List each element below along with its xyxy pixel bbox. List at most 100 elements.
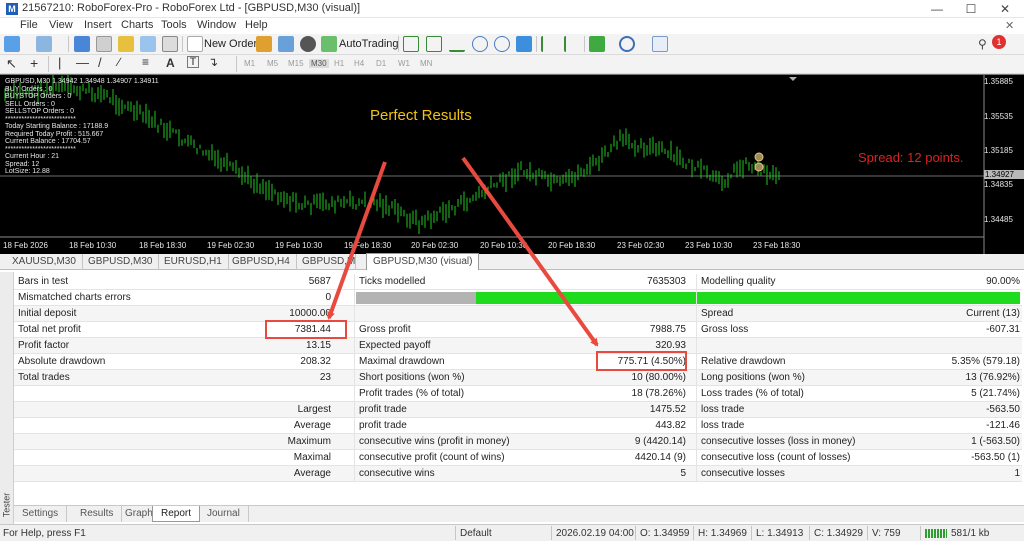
time-tick: 20 Feb 02:30 [411, 241, 459, 250]
average-profit-value: 443.82 [655, 420, 686, 431]
maximal-consec-loss-value: -563.50 (1) [971, 452, 1020, 463]
menu-window[interactable]: Window [197, 19, 236, 31]
average-profit-label: profit trade [359, 420, 407, 431]
text-icon[interactable]: A [166, 56, 175, 70]
new-order-button[interactable]: New Order [204, 38, 257, 50]
status-help: For Help, press F1 [3, 528, 86, 539]
maximal-label: Maximal [293, 452, 331, 463]
menu-charts[interactable]: Charts [121, 19, 153, 31]
arrows-icon[interactable]: ↴ [208, 55, 218, 69]
ea-info-line: SELLSTOP Orders : 0 [5, 108, 74, 115]
time-tick: 23 Feb 10:30 [685, 241, 733, 250]
new-order-icon[interactable] [187, 36, 203, 52]
terminal-icon[interactable] [140, 36, 156, 52]
tab-report[interactable]: Report [152, 506, 201, 522]
community-icon[interactable] [278, 36, 294, 52]
tab-eurusd-h1[interactable]: EURUSD,H1 [158, 254, 229, 270]
crosshair-icon[interactable]: + [30, 55, 38, 71]
chart-shift-icon[interactable] [541, 36, 557, 52]
time-tick: 23 Feb 02:30 [617, 241, 665, 250]
tf-d1[interactable]: D1 [376, 59, 386, 68]
menu-insert[interactable]: Insert [84, 19, 112, 31]
tf-h1[interactable]: H1 [334, 59, 344, 68]
market-watch-icon[interactable] [74, 36, 90, 52]
avg-consec-losses-label: consecutive losses [701, 468, 785, 479]
tf-h4[interactable]: H4 [354, 59, 364, 68]
notification-badge[interactable]: 1 [992, 35, 1006, 49]
tf-m15[interactable]: M15 [288, 59, 304, 68]
text-label-icon[interactable]: T [187, 56, 199, 68]
tab-gbpusd-m30[interactable]: GBPUSD,M30 [82, 254, 160, 270]
trendline-icon[interactable]: / [98, 55, 102, 70]
table-row: Profit trades (% of total) 18 (78.26%) L… [14, 386, 1022, 402]
modelling-quality-fill [475, 292, 1020, 304]
largest-profit-value: 1475.52 [649, 404, 686, 415]
new-chart-icon[interactable] [4, 36, 20, 52]
bars-label: Bars in test [18, 276, 69, 287]
candlestick-icon[interactable] [426, 36, 442, 52]
data-window-icon[interactable] [96, 36, 112, 52]
horizontal-line-icon[interactable]: — [76, 55, 89, 70]
table-row: Largest profit trade 1475.52 loss trade … [14, 402, 1022, 418]
short-positions-value: 10 (80.00%) [631, 372, 686, 383]
tester-label: Tester [1, 492, 12, 518]
signals-icon[interactable] [300, 36, 316, 52]
close-button[interactable]: ✕ [988, 0, 1022, 18]
tab-results[interactable]: Results [72, 506, 123, 522]
minimize-button[interactable]: — [920, 0, 954, 18]
maximize-button[interactable]: ☐ [954, 0, 988, 18]
vertical-line-icon[interactable]: | [58, 55, 61, 70]
table-row: Profit factor 13.15 Expected payoff 320.… [14, 338, 1022, 354]
menu-file[interactable]: File [20, 19, 38, 31]
modelling-quality-value: 90.00% [986, 276, 1020, 287]
max-consec-losses-label: consecutive losses (loss in money) [701, 436, 856, 447]
indicators-icon[interactable] [589, 36, 605, 52]
channel-icon[interactable]: ∕ [118, 55, 120, 69]
average-loss-value: -121.46 [986, 420, 1020, 431]
tab-xauusd-m30[interactable]: XAUUSD,M30 [6, 254, 83, 270]
autoscroll-icon[interactable] [564, 36, 580, 52]
templates-icon[interactable] [652, 36, 668, 52]
tester-tabs: Settings Results Graph Report Journal [14, 505, 1024, 522]
tf-mn[interactable]: MN [420, 59, 432, 68]
chart-tabs: XAUUSD,M30 GBPUSD,M30 EURUSD,H1 GBPUSD,H… [0, 253, 1024, 270]
tf-m5[interactable]: M5 [267, 59, 278, 68]
tab-settings[interactable]: Settings [14, 506, 68, 522]
tile-windows-icon[interactable] [516, 36, 532, 52]
periods-icon[interactable] [619, 36, 635, 52]
time-tick: 19 Feb 02:30 [207, 241, 255, 250]
search-icon[interactable]: ⚲ [978, 37, 987, 51]
tab-gbpusd-m3[interactable]: GBPUSD,M3 [296, 254, 356, 270]
autotrading-button[interactable]: AutoTrading [339, 38, 399, 50]
net-profit-label: Total net profit [18, 324, 81, 335]
fibonacci-icon[interactable]: ≡ [142, 55, 149, 69]
table-row: Maximum consecutive wins (profit in mone… [14, 434, 1022, 450]
metaeditor-icon[interactable] [256, 36, 272, 52]
menu-help[interactable]: Help [245, 19, 268, 31]
cursor-icon[interactable]: ↖ [6, 56, 17, 72]
status-profile[interactable]: Default [460, 528, 492, 539]
zoom-out-icon[interactable] [494, 36, 510, 52]
tf-m30[interactable]: M30 [309, 59, 329, 68]
ea-info-line: ************************** [5, 115, 76, 123]
profiles-icon[interactable] [36, 36, 52, 52]
menu-close-icon[interactable]: ✕ [1005, 19, 1014, 32]
tab-gbpusd-m30-visual[interactable]: GBPUSD,M30 (visual) [366, 253, 480, 270]
line-chart-icon[interactable] [449, 36, 465, 52]
tester-panel-handle[interactable]: Tester [0, 272, 14, 524]
deposit-label: Initial deposit [18, 308, 77, 319]
autotrading-icon[interactable] [321, 36, 337, 52]
tab-journal[interactable]: Journal [199, 506, 249, 522]
tf-m1[interactable]: M1 [244, 59, 255, 68]
spread-value: Current (13) [966, 308, 1020, 319]
price-chart[interactable]: GBPUSD,M30 1.34942 1.34948 1.34907 1.349… [0, 74, 1024, 255]
menu-tools[interactable]: Tools [161, 19, 187, 31]
zoom-in-icon[interactable] [472, 36, 488, 52]
strategy-tester-icon[interactable] [162, 36, 178, 52]
largest-label: Largest [297, 404, 331, 415]
navigator-icon[interactable] [118, 36, 134, 52]
tf-w1[interactable]: W1 [398, 59, 410, 68]
tab-gbpusd-h4[interactable]: GBPUSD,H4 [226, 254, 297, 270]
bar-chart-icon[interactable] [403, 36, 419, 52]
menu-view[interactable]: View [49, 19, 73, 31]
